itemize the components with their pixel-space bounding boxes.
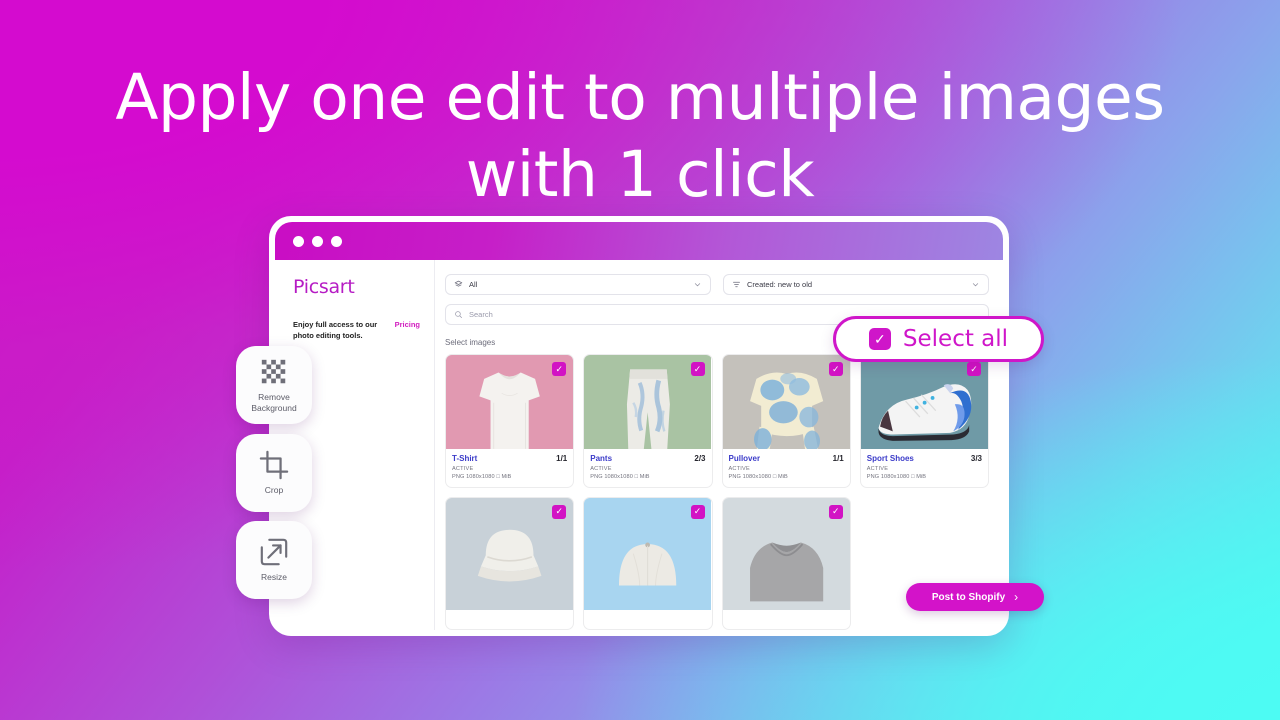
product-select-checkbox[interactable]: ✓ xyxy=(690,362,705,376)
select-all-checkbox[interactable]: ✓ xyxy=(868,328,891,350)
product-title[interactable]: Pullover xyxy=(729,454,761,463)
tool-label-line2: Background xyxy=(251,402,297,413)
product-status: ACTIVE xyxy=(590,465,612,472)
product-thumbnail[interactable]: ✓ xyxy=(722,497,850,630)
product-specs: PNG 1080x1080 □ MiB xyxy=(866,473,927,480)
chevron-down-icon xyxy=(972,283,979,287)
product-count: 1/1 xyxy=(832,453,844,463)
product-card[interactable]: ✓ xyxy=(721,496,851,630)
product-meta-top: Pants 2/3 xyxy=(590,454,705,463)
headline-line-1: Apply one edit to multiple images xyxy=(115,61,1165,134)
product-card[interactable]: ✓ Pants 2/3 ACTIVE PNG 1080x1080 □ MiB xyxy=(583,354,713,488)
filter-row: All Created: new to old xyxy=(445,274,989,295)
window-titlebar xyxy=(275,222,1003,260)
product-thumbnail[interactable]: ✓ xyxy=(584,497,712,630)
product-specs: PNG 1080x1080 □ MiB xyxy=(728,473,788,480)
checkmark-icon: ✓ xyxy=(555,363,564,374)
checkmark-icon: ✓ xyxy=(831,363,840,374)
tool-label-line1: Remove xyxy=(258,392,290,403)
tool-resize-label: Resize xyxy=(261,572,287,583)
product-thumbnail[interactable]: ✓ xyxy=(860,355,988,449)
product-card[interactable]: ✓ xyxy=(583,496,713,630)
browser-window: Picsart Enjoy full access to our photo e… xyxy=(269,216,1009,636)
post-to-shopify-label: Post to Shopify xyxy=(931,591,1006,603)
checkmark-icon: ✓ xyxy=(693,506,702,516)
checkmark-icon: ✓ xyxy=(831,506,840,516)
product-title[interactable]: Pants xyxy=(590,454,612,463)
filter-dropdown[interactable]: All xyxy=(445,274,711,295)
product-title[interactable]: T-Shirt xyxy=(452,454,477,463)
tool-crop[interactable]: Crop xyxy=(236,434,312,512)
product-status: ACTIVE xyxy=(866,465,889,472)
picsart-logo[interactable]: Picsart xyxy=(293,276,420,298)
product-meta-top: T-Shirt 1/1 xyxy=(452,454,567,463)
page-headline: Apply one edit to multiple images with 1… xyxy=(0,66,1280,206)
search-placeholder: Search xyxy=(469,310,493,319)
window-close-dot[interactable] xyxy=(293,235,304,247)
product-select-checkbox[interactable]: ✓ xyxy=(967,362,981,376)
product-card[interactable]: ✓ T-Shirt 1/1 ACTIVE PNG 1080x1080 □ MiB xyxy=(445,354,575,488)
chevron-down-icon xyxy=(694,283,701,287)
product-card[interactable]: ✓ Sport Shoes 3/3 ACTIVE PNG 1080x1080 □… xyxy=(859,354,989,488)
product-thumbnail[interactable]: ✓ xyxy=(446,355,574,449)
browser-window-inner: Picsart Enjoy full access to our photo e… xyxy=(275,222,1003,630)
product-specs: PNG 1080x1080 □ MiB xyxy=(452,473,512,480)
checkmark-icon: ✓ xyxy=(555,506,564,516)
tool-remove-background[interactable]: Remove Background xyxy=(236,346,312,424)
product-meta: Pants 2/3 ACTIVE PNG 1080x1080 □ MiB xyxy=(584,449,711,487)
product-meta: Sport Shoes 3/3 ACTIVE PNG 1080x1080 □ M… xyxy=(861,449,988,487)
window-maximize-dot[interactable] xyxy=(331,235,342,247)
select-all-label: Select all xyxy=(902,326,1009,352)
filter-value: All xyxy=(469,280,478,289)
tool-crop-label: Crop xyxy=(264,485,284,496)
product-title[interactable]: Sport Shoes xyxy=(867,454,914,463)
checkmark-icon: ✓ xyxy=(970,363,978,374)
product-select-checkbox[interactable]: ✓ xyxy=(828,362,843,376)
tool-remove-background-label: Remove Background xyxy=(251,392,296,413)
resize-arrow-icon xyxy=(260,539,288,566)
checkerboard-icon xyxy=(261,359,286,384)
product-meta-top: Pullover 1/1 xyxy=(729,454,844,463)
product-thumbnail[interactable]: ✓ xyxy=(722,355,850,449)
product-card[interactable]: ✓ Pullover 1/1 ACTIVE PNG 1080x1080 □ Mi… xyxy=(721,354,851,488)
product-thumbnail[interactable]: ✓ xyxy=(584,355,712,449)
product-count: 1/1 xyxy=(556,453,568,463)
product-select-checkbox[interactable]: ✓ xyxy=(552,504,567,519)
post-to-shopify-button[interactable]: Post to Shopify › xyxy=(906,583,1044,611)
product-select-checkbox[interactable]: ✓ xyxy=(552,362,567,376)
crop-icon xyxy=(259,451,289,480)
search-icon xyxy=(455,311,462,318)
product-select-checkbox[interactable]: ✓ xyxy=(828,504,843,519)
product-count: 3/3 xyxy=(970,453,982,463)
promo-banner: Enjoy full access to our photo editing t… xyxy=(293,320,420,341)
product-select-checkbox[interactable]: ✓ xyxy=(690,504,705,519)
product-meta-top: Sport Shoes 3/3 xyxy=(867,454,982,463)
sort-filter-icon xyxy=(733,281,740,288)
sort-value: Created: new to old xyxy=(747,280,813,289)
promo-text: Enjoy full access to our photo editing t… xyxy=(293,320,378,340)
select-all-pill[interactable]: ✓ Select all xyxy=(833,316,1044,362)
window-minimize-dot[interactable] xyxy=(312,235,323,247)
product-status: ACTIVE xyxy=(452,465,474,472)
checkmark-icon: ✓ xyxy=(874,331,886,347)
product-specs: PNG 1080x1080 □ MiB xyxy=(590,473,650,480)
sort-dropdown[interactable]: Created: new to old xyxy=(723,274,989,295)
product-meta: T-Shirt 1/1 ACTIVE PNG 1080x1080 □ MiB xyxy=(446,449,573,487)
checkmark-icon: ✓ xyxy=(693,363,702,374)
chevron-right-icon: › xyxy=(1014,590,1019,604)
product-meta: Pullover 1/1 ACTIVE PNG 1080x1080 □ MiB xyxy=(723,449,850,487)
product-count: 2/3 xyxy=(694,453,706,463)
product-card[interactable]: ✓ xyxy=(445,496,575,630)
product-thumbnail[interactable]: ✓ xyxy=(446,497,574,630)
layers-icon xyxy=(454,280,463,287)
product-status: ACTIVE xyxy=(728,465,750,472)
tool-resize[interactable]: Resize xyxy=(236,521,312,599)
headline-line-2: with 1 click xyxy=(465,138,815,211)
pricing-link[interactable]: Pricing xyxy=(395,320,420,331)
